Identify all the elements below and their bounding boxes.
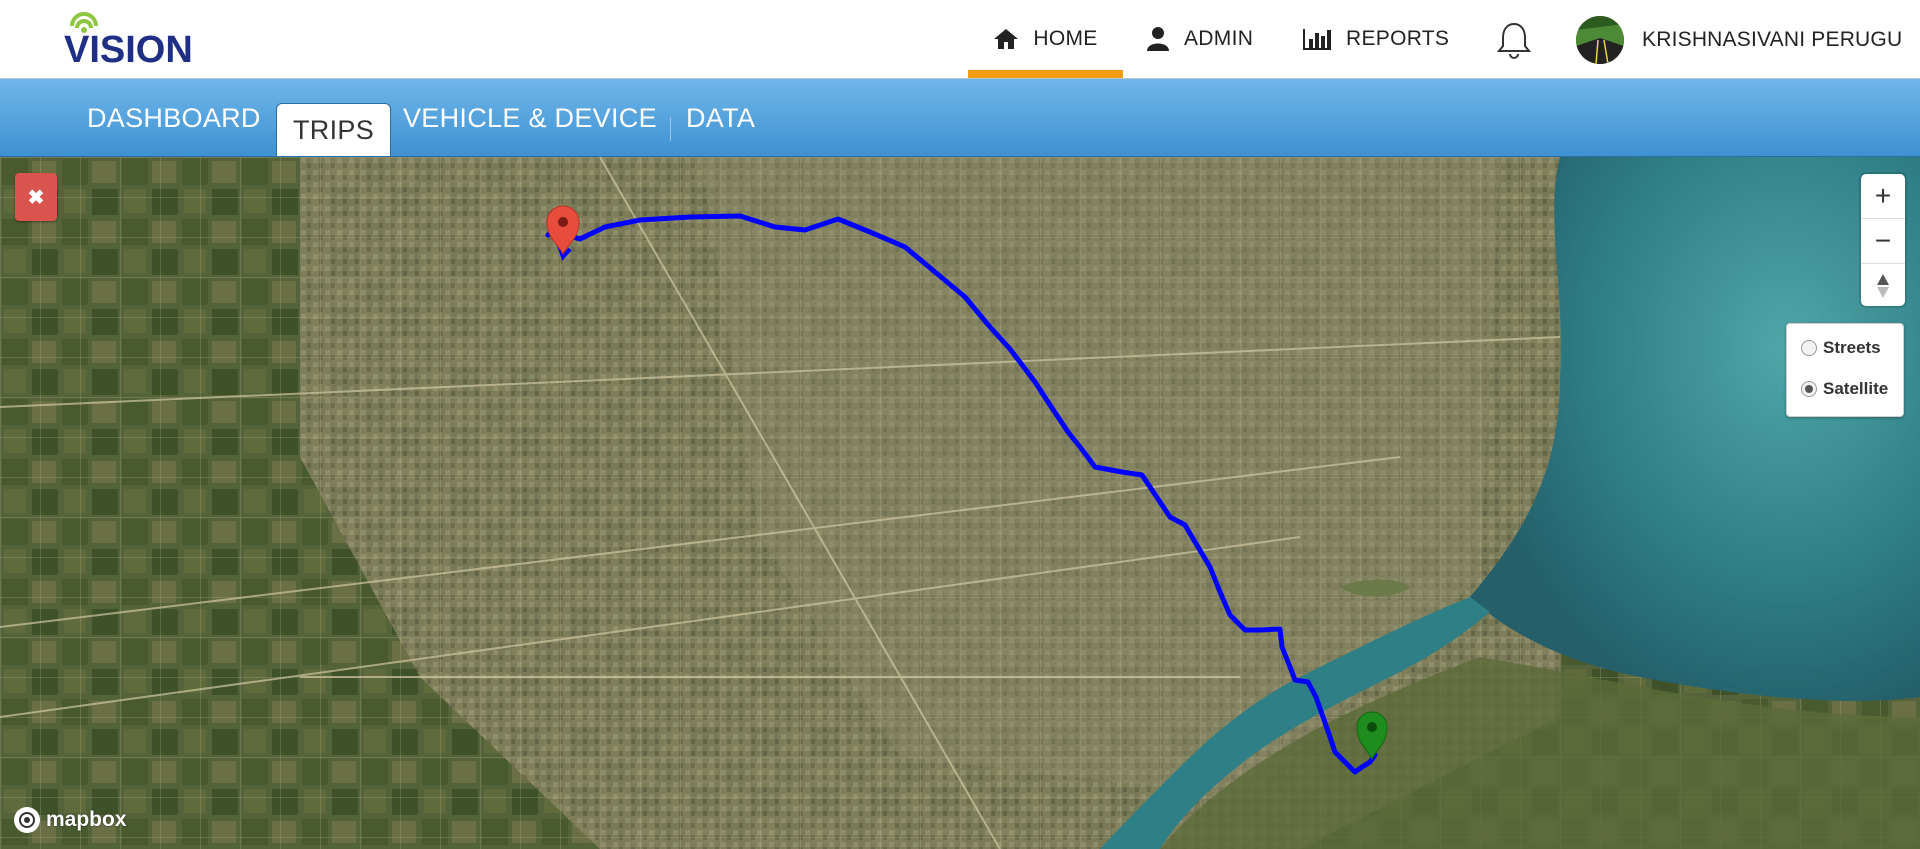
tab-divider — [670, 117, 671, 141]
tab-data[interactable]: DATA — [686, 89, 755, 147]
nav-home-label: HOME — [1033, 27, 1098, 50]
satellite-map-imagery — [0, 157, 1920, 849]
active-tab-indicator — [968, 70, 1123, 78]
close-map-button[interactable]: ✖ — [15, 173, 57, 221]
zoom-controls: + − — [1861, 174, 1905, 306]
mapbox-logo-icon — [14, 807, 40, 833]
nav-reports-label: REPORTS — [1346, 27, 1450, 50]
layer-option-streets[interactable]: Streets — [1801, 338, 1881, 358]
zoom-out-button[interactable]: − — [1861, 219, 1905, 264]
compass-reset-north-icon[interactable] — [1861, 264, 1905, 308]
section-tab-bar: DASHBOARD TRIPS VEHICLE & DEVICE DATA — [0, 79, 1920, 158]
trip-map[interactable]: ✖ + − Streets Satellite mapbox — [0, 157, 1920, 849]
layer-option-satellite[interactable]: Satellite — [1801, 379, 1888, 399]
mapbox-attribution[interactable]: mapbox — [14, 807, 127, 833]
user-name[interactable]: KRISHNASIVANI PERUGU — [1642, 28, 1902, 52]
zoom-in-button[interactable]: + — [1861, 174, 1905, 219]
home-icon — [993, 27, 1019, 51]
user-avatar[interactable] — [1576, 16, 1624, 64]
vision-logo[interactable]: VISION — [64, 12, 244, 68]
satellite-radio[interactable] — [1801, 381, 1817, 397]
map-style-switcher: Streets Satellite — [1786, 323, 1904, 417]
nav-home[interactable]: HOME — [968, 0, 1123, 78]
top-navigation-bar: VISION HOME ADMIN REPORTS KRISHNASIVANI … — [0, 0, 1920, 79]
tab-vehicle-device[interactable]: VEHICLE & DEVICE — [403, 89, 657, 147]
streets-radio[interactable] — [1801, 340, 1817, 356]
user-icon — [1146, 26, 1170, 52]
notifications-bell-icon[interactable] — [1492, 18, 1536, 62]
bar-chart-icon — [1302, 27, 1332, 51]
logo-wordmark: VISION — [64, 29, 193, 68]
tab-dashboard[interactable]: DASHBOARD — [87, 89, 261, 147]
streets-label: Streets — [1823, 338, 1881, 357]
nav-admin[interactable]: ADMIN — [1146, 0, 1253, 78]
mapbox-label: mapbox — [46, 808, 127, 831]
nav-admin-label: ADMIN — [1184, 27, 1254, 50]
satellite-label: Satellite — [1823, 379, 1889, 398]
nav-reports[interactable]: REPORTS — [1302, 0, 1449, 78]
tab-trips[interactable]: TRIPS — [276, 103, 392, 156]
